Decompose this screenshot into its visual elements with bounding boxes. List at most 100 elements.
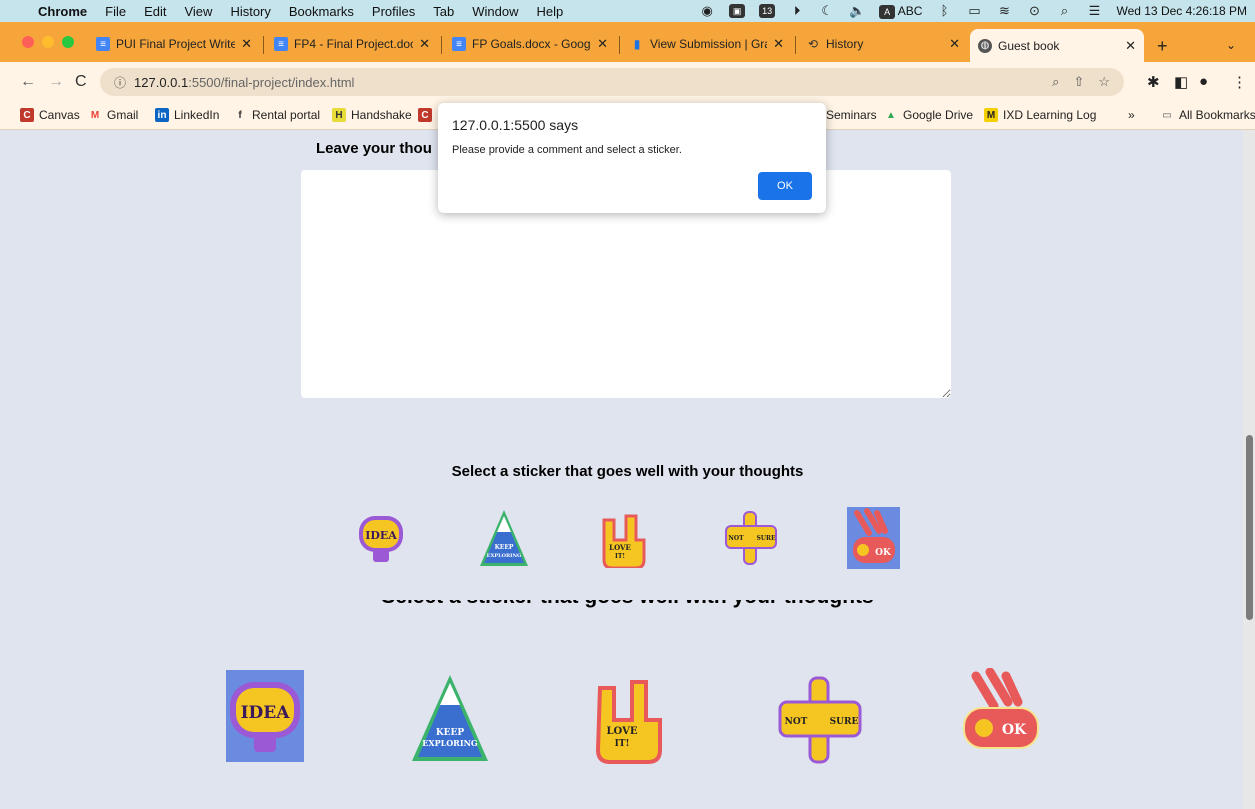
sticker-text: KEEP	[436, 728, 465, 738]
menu-window[interactable]: Window	[472, 4, 518, 19]
sticker-not-sure-large[interactable]: NOT SURE	[778, 676, 862, 764]
lightbulb-icon: IDEA	[359, 516, 403, 562]
address-bar[interactable]: ⓘ 127.0.0.1:5500/final-project/index.htm…	[100, 68, 1124, 96]
thumb-hand-icon: NOT SURE	[778, 676, 862, 764]
close-tab-icon[interactable]: ✕	[949, 36, 960, 52]
sticker-text: OK	[875, 548, 892, 558]
google-drive-icon: ▲	[886, 109, 896, 121]
bookmark-linkedin[interactable]: in LinkedIn	[155, 108, 219, 122]
rock-hand-icon: LOVE IT!	[595, 680, 662, 764]
sticker-text: EXPLORING	[487, 553, 522, 559]
moon-icon[interactable]: ☾	[819, 4, 835, 18]
bookmarks-overflow-chevron[interactable]: »	[1128, 108, 1135, 122]
menu-bar-clock[interactable]: Wed 13 Dec 4:26:18 PM	[1116, 4, 1247, 18]
tab-fp4-final-project[interactable]: ≡ FP4 - Final Project.docx ✕	[266, 29, 438, 59]
control-center-icon[interactable]: ☰	[1086, 4, 1102, 18]
mountain-icon: KEEP EXPLORING	[480, 510, 528, 566]
forward-arrow-icon[interactable]: →	[48, 73, 64, 91]
extension-status-icon[interactable]: ▣	[729, 4, 746, 18]
bookmark-ixd-learning-log[interactable]: M IXD Learning Log	[984, 108, 1096, 122]
sticker-love-it-small[interactable]: LOVE IT!	[600, 512, 652, 568]
zoom-window-icon[interactable]	[62, 36, 74, 48]
close-tab-icon[interactable]: ✕	[773, 36, 784, 52]
docs-icon: ≡	[452, 37, 466, 51]
docs-icon: ≡	[274, 37, 288, 51]
close-window-icon[interactable]	[22, 36, 34, 48]
menu-tab[interactable]: Tab	[433, 4, 454, 19]
sticker-keep-exploring-small[interactable]: KEEP EXPLORING	[478, 508, 530, 568]
sticker-ok-large[interactable]: OK	[962, 668, 1042, 764]
sticker-idea-large[interactable]: IDEA	[226, 670, 304, 762]
sticker-love-it-large[interactable]: LOVE IT!	[594, 678, 674, 764]
page-scrollbar-thumb[interactable]	[1246, 435, 1253, 620]
tab-title: Guest book	[998, 38, 1060, 53]
bookmark-handshake[interactable]: H Handshake	[332, 108, 412, 122]
zoom-icon[interactable]: ⌕	[1052, 74, 1059, 90]
menu-file[interactable]: File	[105, 4, 126, 19]
menu-edit[interactable]: Edit	[144, 4, 166, 19]
tab-fp-goals[interactable]: ≡ FP Goals.docx - Google ✕	[444, 29, 616, 59]
menu-help[interactable]: Help	[537, 4, 564, 19]
bookmark-star-icon[interactable]: ☆	[1098, 74, 1110, 90]
menu-view[interactable]: View	[184, 4, 212, 19]
bookmark-label: Canvas	[39, 108, 80, 122]
battery-icon[interactable]: ▭	[966, 4, 982, 18]
bookmark-label: Handshake	[351, 108, 412, 122]
tab-pui-writeup[interactable]: ≡ PUI Final Project Writeu ✕	[88, 29, 260, 59]
menu-history[interactable]: History	[230, 4, 270, 19]
site-info-icon[interactable]: ⓘ	[114, 74, 126, 91]
sticker-heading: Select a sticker that goes well with you…	[451, 463, 804, 480]
url-path: :5500/final-project/index.html	[188, 74, 355, 90]
input-source[interactable]: A ABC	[879, 4, 922, 19]
menu-bookmarks[interactable]: Bookmarks	[289, 4, 354, 19]
screen-record-icon[interactable]: ◉	[699, 4, 715, 18]
volume-icon[interactable]: 🔈	[849, 4, 865, 18]
mountain-icon: KEEP EXPLORING	[412, 675, 488, 761]
tab-separator	[441, 36, 442, 54]
side-panel-icon[interactable]: ◧	[1174, 73, 1188, 91]
close-tab-icon[interactable]: ✕	[1125, 38, 1136, 54]
profile-avatar-icon[interactable]: ●	[1199, 73, 1208, 90]
sticker-keep-exploring-large[interactable]: KEEP EXPLORING	[410, 673, 490, 763]
spotlight-search-icon[interactable]: ⌕	[1056, 4, 1072, 18]
new-tab-icon[interactable]: +	[1157, 36, 1168, 57]
menu-profiles[interactable]: Profiles	[372, 4, 415, 19]
menu-bar-status-area: ◉ ▣ 13 ⏵ ☾ 🔈 A ABC ᛒ ▭ ≋ ⊙ ⌕ ☰ Wed 13 De…	[699, 0, 1247, 22]
share-icon[interactable]: ⇧	[1073, 74, 1084, 90]
play-icon[interactable]: ⏵	[789, 4, 805, 18]
sticker-text: KEEP	[495, 544, 514, 551]
tab-search-chevron-icon[interactable]: ⌄	[1226, 38, 1236, 52]
ok-hand-icon: OK	[847, 507, 900, 569]
bookmark-canvas[interactable]: C Canvas	[20, 108, 80, 122]
sticker-idea-small[interactable]: IDEA	[356, 510, 406, 568]
dialog-ok-button[interactable]: OK	[758, 172, 812, 200]
bookmark-gmail[interactable]: M Gmail	[88, 108, 139, 122]
bookmark-all-bookmarks[interactable]: ▭ All Bookmarks	[1160, 108, 1255, 122]
user-icon[interactable]: ⊙	[1026, 4, 1042, 18]
calendar-icon[interactable]: 13	[759, 4, 776, 18]
reload-icon[interactable]: C	[75, 73, 87, 91]
wifi-icon[interactable]: ≋	[996, 4, 1012, 18]
tab-view-submission[interactable]: ▮ View Submission | Grad ✕	[622, 29, 792, 59]
sticker-ok-small[interactable]: OK	[847, 507, 900, 569]
bookmark-seminars[interactable]: Seminars	[826, 108, 877, 122]
extensions-puzzle-icon[interactable]: ✱	[1147, 73, 1160, 91]
menu-app-chrome[interactable]: Chrome	[38, 4, 87, 19]
bookmark-canvas-2[interactable]: C	[418, 108, 437, 122]
minimize-window-icon[interactable]	[42, 36, 54, 48]
sticker-not-sure-small[interactable]: NOT SURE	[724, 510, 778, 566]
close-tab-icon[interactable]: ✕	[419, 36, 430, 52]
tab-title: History	[826, 37, 864, 51]
tab-guest-book[interactable]: ◍ Guest book ✕	[970, 29, 1144, 62]
close-tab-icon[interactable]: ✕	[597, 36, 608, 52]
bookmark-google-drive[interactable]: ▲ Google Drive	[884, 108, 973, 122]
chrome-menu-icon[interactable]: ⋮	[1232, 73, 1247, 91]
close-tab-icon[interactable]: ✕	[241, 36, 252, 52]
bookmark-rental-portal[interactable]: f Rental portal	[233, 108, 320, 122]
tab-history[interactable]: ⟲ History ✕	[798, 29, 968, 59]
bluetooth-icon[interactable]: ᛒ	[936, 4, 952, 18]
sticker-heading-large-text: Select a sticker that goes well with you…	[381, 600, 873, 608]
guest-book-page: Leave your thou Select a sticker that go…	[0, 130, 1255, 809]
folder-icon: ▭	[1162, 109, 1172, 121]
back-arrow-icon[interactable]: ←	[20, 73, 36, 91]
